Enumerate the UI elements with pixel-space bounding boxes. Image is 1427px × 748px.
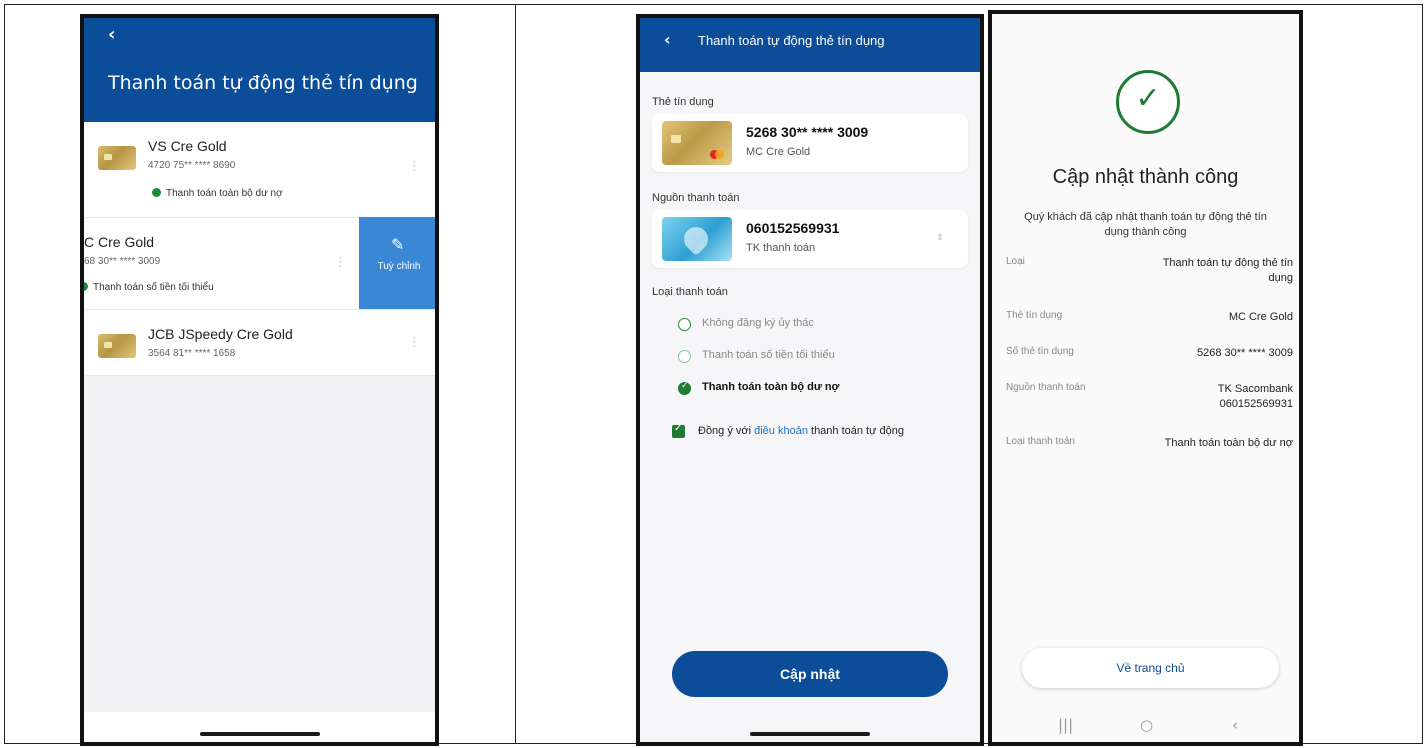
customize-button[interactable]: ✎ Tuỳ chỉnh (359, 217, 435, 309)
detail-label: Số thẻ tín dụng (1006, 346, 1074, 357)
account-number: 060152569931 (746, 220, 840, 236)
credit-card-thumbnail (98, 334, 136, 358)
card-number: 3564 81** **** 1658 (148, 348, 236, 359)
status-text: Thanh toán toàn bộ dư nợ (166, 188, 283, 199)
bottom-bar (84, 712, 435, 742)
credit-card-thumbnail (98, 146, 136, 170)
home-indicator[interactable] (750, 732, 870, 736)
card-row-vs[interactable]: VS Cre Gold 4720 75** **** 8690 ⋮ Thanh … (84, 122, 435, 218)
card-number: 4720 75** **** 8690 (148, 160, 236, 171)
account-type: TK thanh toán (746, 242, 816, 254)
customize-label: Tuỳ chỉnh (377, 261, 421, 272)
radio-button[interactable] (678, 318, 691, 331)
detail-label: Loại thanh toán (1006, 436, 1075, 447)
recents-icon[interactable]: ||| (1058, 716, 1073, 734)
table-cell-divider (515, 4, 516, 744)
phone-screen-settings: ‹ Thanh toán tự động thẻ tín dụng Thẻ tí… (636, 14, 984, 746)
more-options-icon[interactable]: ⋮ (408, 336, 421, 349)
agree-prefix: Đồng ý với (698, 425, 755, 437)
status-badge: Thanh toán toàn bộ dư nợ (152, 188, 283, 199)
detail-label: Nguồn thanh toán (1006, 382, 1086, 393)
card-row-jcb[interactable]: JCB JSpeedy Cre Gold 3564 81** **** 1658… (84, 310, 435, 376)
go-home-button[interactable]: Về trang chủ (1022, 648, 1279, 688)
radio-button-selected[interactable] (678, 381, 691, 395)
credit-card-selector[interactable]: 5268 30** **** 3009 MC Cre Gold (652, 114, 968, 172)
detail-value: TK Sacombank 060152569931 (1217, 383, 1293, 410)
credit-card-name: MC Cre Gold (746, 146, 811, 158)
credit-card-section-label: Thẻ tín dụng (652, 96, 714, 108)
app-header: ‹ Thanh toán tự động thẻ tín dụng (84, 18, 435, 122)
card-number: 68 30** **** 3009 (84, 256, 161, 267)
success-title: Cập nhật thành công (1052, 166, 1239, 188)
more-options-icon[interactable]: ⋮ (408, 160, 421, 173)
card-name: VS Cre Gold (148, 138, 227, 154)
agree-text: Đồng ý với điều khoản thanh toán tự động (698, 425, 904, 437)
check-circle-icon: ✓ (1116, 70, 1180, 134)
credit-card-thumbnail (662, 121, 732, 165)
mastercard-logo (710, 150, 724, 159)
payment-type-section-label: Loại thanh toán (652, 286, 728, 298)
status-dot-icon (84, 282, 88, 291)
status-badge: Thanh toán số tiền tối thiểu (84, 282, 214, 293)
radio-label: Thanh toán toàn bộ dư nợ (702, 381, 840, 393)
radio-button[interactable] (678, 350, 691, 363)
detail-value: Thanh toán tự động thẻ tín dụng (1162, 257, 1293, 284)
detail-value: 5268 30** **** 3009 (1196, 347, 1293, 359)
credit-card-number: 5268 30** **** 3009 (746, 124, 869, 140)
app-header: ‹ Thanh toán tự động thẻ tín dụng (640, 18, 980, 72)
detail-value: Thanh toán toàn bộ dư nợ (1164, 437, 1293, 449)
agree-checkbox[interactable] (672, 423, 685, 438)
home-indicator[interactable] (200, 732, 320, 736)
home-circle-icon[interactable]: ○ (1140, 716, 1153, 734)
chevron-left-icon[interactable]: ‹ (664, 30, 671, 49)
phone-screen-card-list: ‹ Thanh toán tự động thẻ tín dụng VS Cre… (80, 14, 439, 746)
success-description: Quý khách đã cập nhật thanh toán tự động… (1024, 211, 1267, 238)
phone-screen-success: ✓ Cập nhật thành công Quý khách đã cập n… (988, 10, 1303, 746)
agree-suffix: thanh toán tự động (807, 425, 905, 437)
status-dot-icon (152, 188, 161, 197)
back-arrow-icon[interactable]: ‹ (1232, 716, 1238, 734)
detail-label: Loại (1006, 256, 1025, 267)
expand-selector-icon: ⇕ (936, 233, 944, 243)
android-nav-bar: ||| ○ ‹ (992, 708, 1299, 742)
detail-label: Thẻ tín dụng (1006, 310, 1063, 321)
status-text: Thanh toán số tiền tối thiểu (93, 282, 214, 293)
account-card-thumbnail (662, 217, 732, 261)
card-name: C Cre Gold (84, 234, 155, 250)
card-name: JCB JSpeedy Cre Gold (148, 326, 293, 342)
check-icon: ✓ (1135, 81, 1161, 116)
payment-source-section-label: Nguồn thanh toán (652, 192, 740, 204)
page-title: Thanh toán tự động thẻ tín dụng (108, 72, 418, 94)
payment-source-selector[interactable]: 060152569931 TK thanh toán ⇕ (652, 210, 968, 268)
update-button[interactable]: Cập nhật (672, 651, 948, 697)
chevron-left-icon[interactable]: ‹ (108, 24, 115, 45)
radio-label: Thanh toán số tiền tối thiểu (702, 349, 835, 361)
page-title: Thanh toán tự động thẻ tín dụng (698, 33, 885, 48)
detail-value: MC Cre Gold (1228, 311, 1293, 323)
pencil-icon: ✎ (391, 235, 405, 254)
radio-label: Không đăng ký ủy thác (702, 317, 814, 329)
more-options-icon[interactable]: ⋮ (334, 256, 347, 269)
terms-link[interactable]: điều khoản (754, 425, 808, 437)
